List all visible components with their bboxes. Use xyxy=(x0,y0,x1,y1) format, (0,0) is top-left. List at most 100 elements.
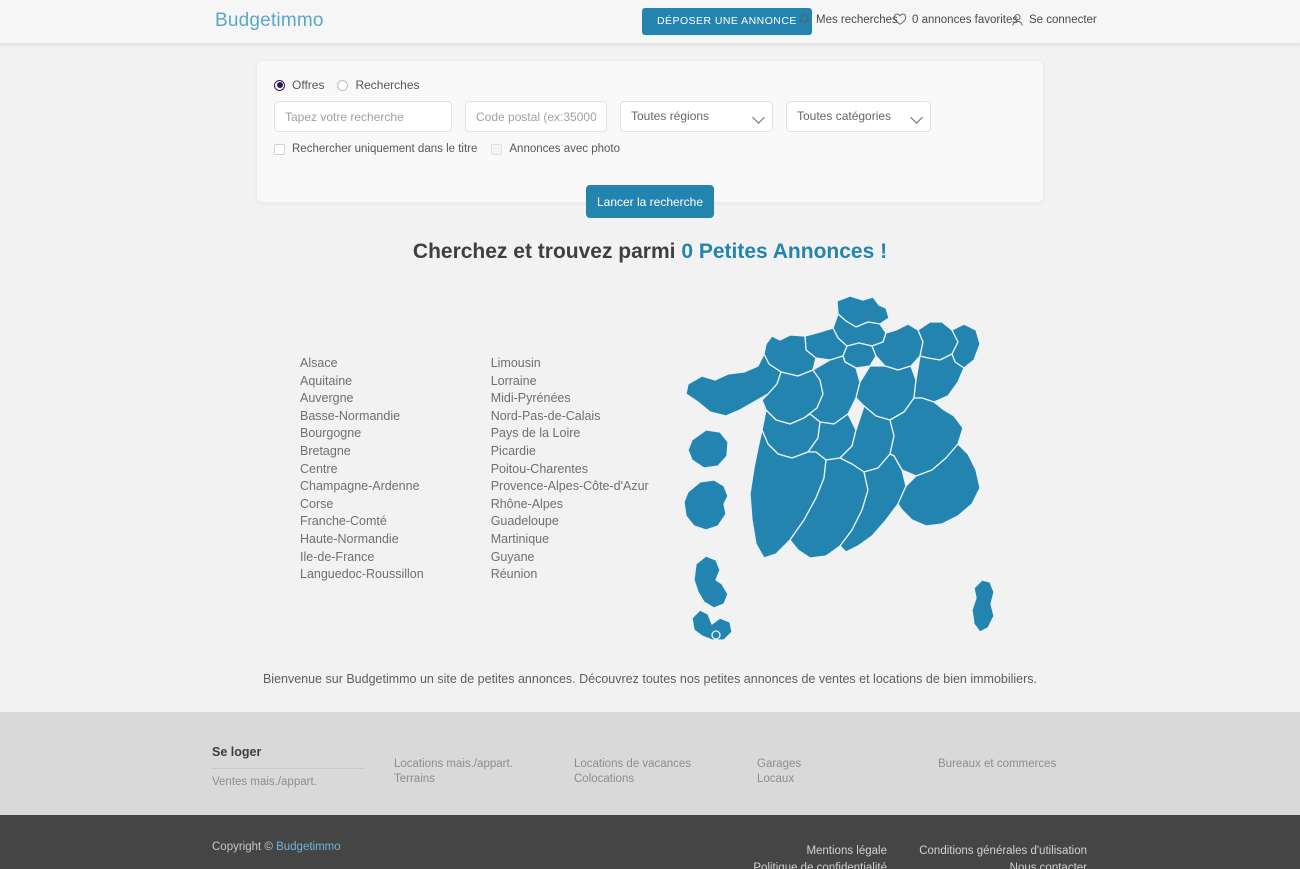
lancer-la-recherche-button[interactable]: Lancer la recherche xyxy=(586,185,714,218)
headline-prefix: Cherchez et trouvez parmi xyxy=(412,240,682,263)
footer-link[interactable]: Garages xyxy=(757,758,801,772)
radio-label-recherches: Recherches xyxy=(355,78,420,92)
search-panel: Offres Recherches Toutes régions Toutes … xyxy=(256,60,1044,203)
region-link[interactable]: Limousin xyxy=(491,355,649,373)
region-link[interactable]: Ile-de-France xyxy=(300,549,424,567)
region-link[interactable]: Réunion xyxy=(491,566,649,584)
footer-link[interactable]: Locaux xyxy=(757,773,801,787)
region-link[interactable]: Centre xyxy=(300,461,424,479)
checkbox-option-titre-only[interactable]: Rechercher uniquement dans le titre xyxy=(274,143,477,155)
footer-link-list: Ventes mais./appart. xyxy=(212,776,364,790)
legal-link[interactable]: Mentions légale xyxy=(700,843,887,860)
region-select[interactable]: Toutes régions xyxy=(620,101,773,132)
footer-column-bureaux: Bureaux et commerces xyxy=(938,758,1056,773)
region-link[interactable]: Haute-Normandie xyxy=(300,531,424,549)
nav-item-se-connecter[interactable]: Se connecter xyxy=(1011,13,1097,27)
search-options-row: Rechercher uniquement dans le titre Anno… xyxy=(274,143,620,155)
checkbox-option-avec-photo[interactable]: Annonces avec photo xyxy=(491,143,620,155)
bell-icon xyxy=(798,13,811,27)
region-links: Alsace Aquitaine Auvergne Basse-Normandie Bo… xyxy=(300,355,649,584)
region-column-left: Alsace Aquitaine Auvergne Basse-Normandie Bo… xyxy=(300,355,424,584)
nav-label-annonces-favorites: 0 annonces favorites xyxy=(912,13,1019,26)
nav-label-mes-recherches: Mes recherches xyxy=(816,14,898,26)
user-icon xyxy=(1011,13,1024,27)
legal-links-column-b: Conditions générales d'utilisation Nous c… xyxy=(900,843,1087,869)
checkbox-label-titre-only: Rechercher uniquement dans le titre xyxy=(292,143,478,155)
footer-column-se-loger: Se loger Ventes mais./appart. xyxy=(212,745,364,791)
footer-links-section: Se loger Ventes mais./appart. Locations … xyxy=(0,712,1300,815)
region-link[interactable]: Nord-Pas-de-Calais xyxy=(491,408,649,426)
search-keyword-input[interactable] xyxy=(274,101,452,132)
category-select-wrapper[interactable]: Toutes catégories xyxy=(786,101,931,132)
footer-link[interactable]: Bureaux et commerces xyxy=(938,758,1056,772)
nav-item-annonces-favorites[interactable]: 0 annonces favorites xyxy=(893,13,1018,26)
legal-links-column-a: Mentions légale Politique de confidential… xyxy=(700,843,887,869)
region-link[interactable]: Guyane xyxy=(491,549,649,567)
region-link[interactable]: Rhône-Alpes xyxy=(491,496,649,514)
postal-code-input[interactable] xyxy=(465,101,607,132)
radio-option-offres[interactable]: Offres xyxy=(274,78,324,92)
region-link[interactable]: Poitou-Charentes xyxy=(491,461,649,479)
region-link[interactable]: Guadeloupe xyxy=(491,513,649,531)
region-link[interactable]: Provence-Alpes-Côte-d'Azur xyxy=(491,478,649,496)
footer-column-locations-appart: Locations mais./appart. Terrains xyxy=(394,758,513,787)
deposer-une-annonce-button[interactable]: DÉPOSER UNE ANNONCE xyxy=(642,8,812,35)
footer-link-list: Bureaux et commerces xyxy=(938,758,1056,772)
footer-link[interactable]: Ventes mais./appart. xyxy=(212,776,364,790)
copyright-text: Copyright © Budgetimmo xyxy=(212,841,341,853)
region-link[interactable]: Martinique xyxy=(491,531,649,549)
search-type-radio-group: Offres Recherches xyxy=(274,78,420,92)
heart-icon xyxy=(893,13,907,26)
legal-link[interactable]: Conditions générales d'utilisation xyxy=(900,843,1087,860)
footer-link-list: Locations de vacances Colocations xyxy=(574,758,691,786)
region-link[interactable]: Bourgogne xyxy=(300,425,424,443)
footer-link[interactable]: Colocations xyxy=(574,773,691,787)
footer-column-locations-vacances: Locations de vacances Colocations xyxy=(574,758,691,787)
region-link[interactable]: Corse xyxy=(300,496,424,514)
nav-item-mes-recherches[interactable]: Mes recherches xyxy=(798,13,898,27)
france-regions-map[interactable] xyxy=(680,288,1015,640)
region-link[interactable]: Franche-Comté xyxy=(300,513,424,531)
region-link[interactable]: Languedoc-Roussillon xyxy=(300,566,424,584)
legal-link[interactable]: Politique de confidentialité xyxy=(700,860,887,869)
footer-link[interactable]: Locations mais./appart. xyxy=(394,758,513,772)
region-link[interactable]: Basse-Normandie xyxy=(300,408,424,426)
region-link[interactable]: Midi-Pyrénées xyxy=(491,390,649,408)
radio-offres-icon[interactable] xyxy=(274,79,285,91)
region-link[interactable]: Alsace xyxy=(300,355,424,373)
region-link[interactable]: Champagne-Ardenne xyxy=(300,478,424,496)
region-link[interactable]: Pays de la Loire xyxy=(491,425,649,443)
region-column-right: Limousin Lorraine Midi-Pyrénées Nord-Pas-de… xyxy=(491,355,649,584)
headline-count: 0 Petites Annonces ! xyxy=(681,240,888,263)
radio-option-recherches[interactable]: Recherches xyxy=(337,78,420,92)
checkbox-avec-photo-icon[interactable] xyxy=(491,143,503,155)
france-map-svg[interactable] xyxy=(680,288,1015,640)
footer-heading-se-loger: Se loger xyxy=(212,745,364,769)
footer-copyright-bar: Copyright © Budgetimmo Mentions légale Po… xyxy=(0,815,1300,869)
radio-recherches-icon[interactable] xyxy=(337,79,349,91)
copyright-prefix: Copyright © xyxy=(212,841,277,853)
category-select[interactable]: Toutes catégories xyxy=(786,101,931,132)
page-headline: Cherchez et trouvez parmi 0 Petites Anno… xyxy=(0,240,1300,264)
region-link[interactable]: Aquitaine xyxy=(300,373,424,391)
footer-link[interactable]: Locations de vacances xyxy=(574,758,691,772)
nav-label-se-connecter: Se connecter xyxy=(1029,14,1097,26)
site-header: Budgetimmo DÉPOSER UNE ANNONCE Mes reche… xyxy=(0,0,1300,44)
site-logo[interactable]: Budgetimmo xyxy=(215,10,324,32)
search-fields-row: Toutes régions Toutes catégories xyxy=(274,101,931,132)
legal-link[interactable]: Nous contacter xyxy=(900,860,1087,869)
region-link[interactable]: Lorraine xyxy=(491,373,649,391)
footer-link-list: Garages Locaux xyxy=(757,758,801,786)
footer-column-garages: Garages Locaux xyxy=(757,758,801,787)
region-link[interactable]: Auvergne xyxy=(300,390,424,408)
checkbox-titre-only-icon[interactable] xyxy=(274,143,285,155)
region-link[interactable]: Picardie xyxy=(491,443,649,461)
checkbox-label-avec-photo: Annonces avec photo xyxy=(509,143,620,155)
page-root: Budgetimmo DÉPOSER UNE ANNONCE Mes reche… xyxy=(0,0,1300,869)
region-select-wrapper[interactable]: Toutes régions xyxy=(620,101,773,132)
footer-link-list: Locations mais./appart. Terrains xyxy=(394,758,513,786)
footer-link[interactable]: Terrains xyxy=(394,773,513,787)
copyright-brand-link[interactable]: Budgetimmo xyxy=(276,841,341,853)
region-link[interactable]: Bretagne xyxy=(300,443,424,461)
welcome-text: Bienvenue sur Budgetimmo un site de peti… xyxy=(262,672,1038,686)
